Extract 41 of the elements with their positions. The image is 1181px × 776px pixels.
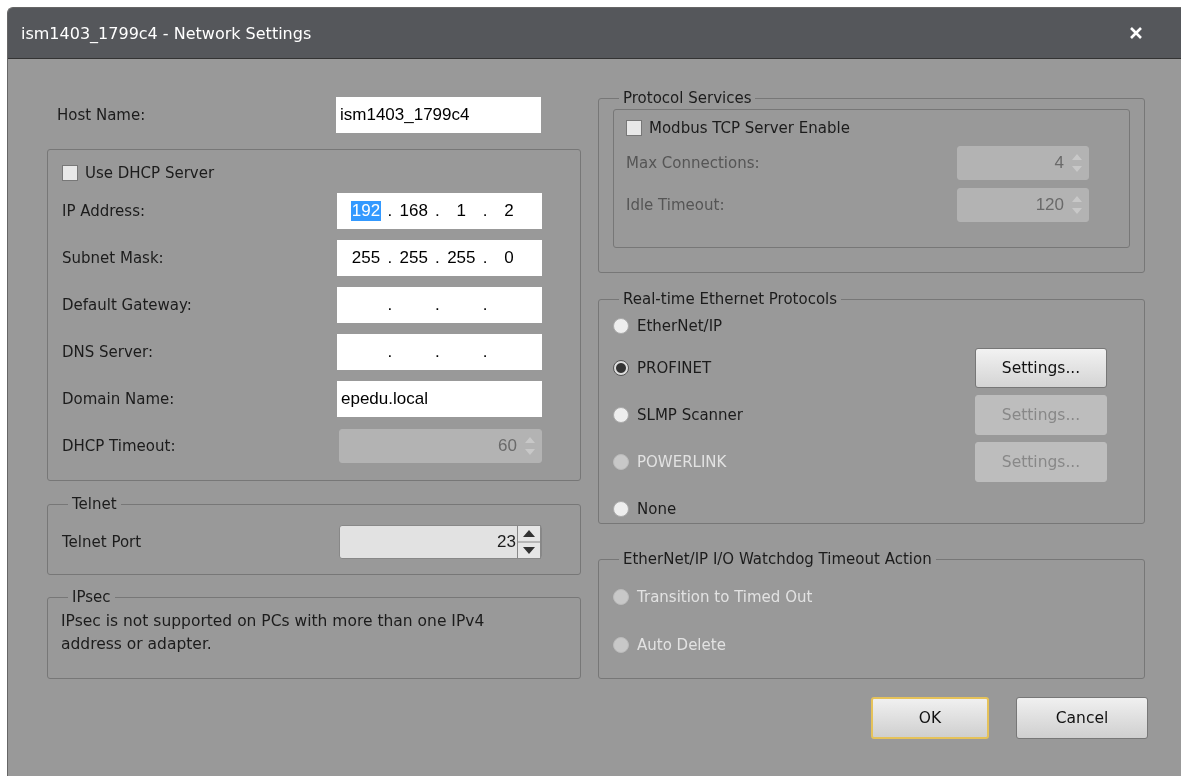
ip-address-field[interactable]: . . . (337, 286, 542, 323)
radio-label[interactable]: None (637, 499, 1130, 518)
field-label: Subnet Mask: (62, 248, 165, 267)
ip-address-field[interactable]: 255 . 255 . 255 . 0 (337, 239, 542, 276)
input-field[interactable]: epedu.local (337, 380, 542, 417)
window-title: ism1403_1799c4 - Network Settings (21, 23, 312, 43)
field-label: Telnet Port (62, 533, 143, 551)
settings-button[interactable]: Settings... (975, 347, 1107, 388)
radio-button[interactable] (613, 359, 629, 376)
field-label: Default Gateway: (62, 295, 193, 314)
radio-label[interactable]: SLMP Scanner (637, 405, 975, 424)
checkbox-label[interactable]: Use DHCP Server (85, 164, 215, 182)
group-title: Telnet (71, 495, 118, 513)
ip-address-field[interactable]: 192 . 168 . 1 . 2 (337, 192, 542, 229)
ip-address-field[interactable]: . . . (337, 333, 542, 370)
spin-arrows-icon[interactable] (517, 525, 541, 559)
close-icon[interactable] (1129, 26, 1143, 40)
group-title: Real-time Ethernet Protocols (622, 290, 839, 308)
group-title: IPsec (71, 588, 112, 606)
field-label: Max Connections: (626, 154, 760, 172)
info-message: IPsec is not supported on PCs with more than one IPv4 address or adapter. (61, 611, 486, 655)
radio-button[interactable] (613, 406, 629, 423)
field-label: DNS Server: (62, 342, 155, 361)
input-field[interactable]: ism1403_1799c4 (336, 97, 541, 133)
field-label: IP Address: (62, 201, 147, 220)
radio-button[interactable] (613, 318, 629, 334)
group-title: EtherNet/IP I/O Watchdog Timeout Action (622, 550, 933, 568)
ok-button[interactable]: OK (871, 697, 989, 739)
spin-field[interactable]: 23 (339, 525, 542, 559)
cancel-button[interactable]: Cancel (1016, 697, 1148, 739)
group-title: Protocol Services (622, 89, 753, 107)
field-label: Host Name: (57, 106, 147, 124)
radio-label[interactable]: EtherNet/IP (637, 317, 1130, 335)
radio-label[interactable]: PROFINET (637, 358, 975, 377)
checkbox-label[interactable]: Modbus TCP Server Enable (649, 119, 850, 137)
field-label: DHCP Timeout: (62, 436, 177, 455)
checkbox[interactable] (62, 165, 78, 181)
field-label: Domain Name: (62, 389, 176, 408)
radio-button[interactable] (613, 500, 629, 517)
field-label: Idle Timeout: (626, 196, 725, 214)
checkbox[interactable] (626, 120, 642, 136)
